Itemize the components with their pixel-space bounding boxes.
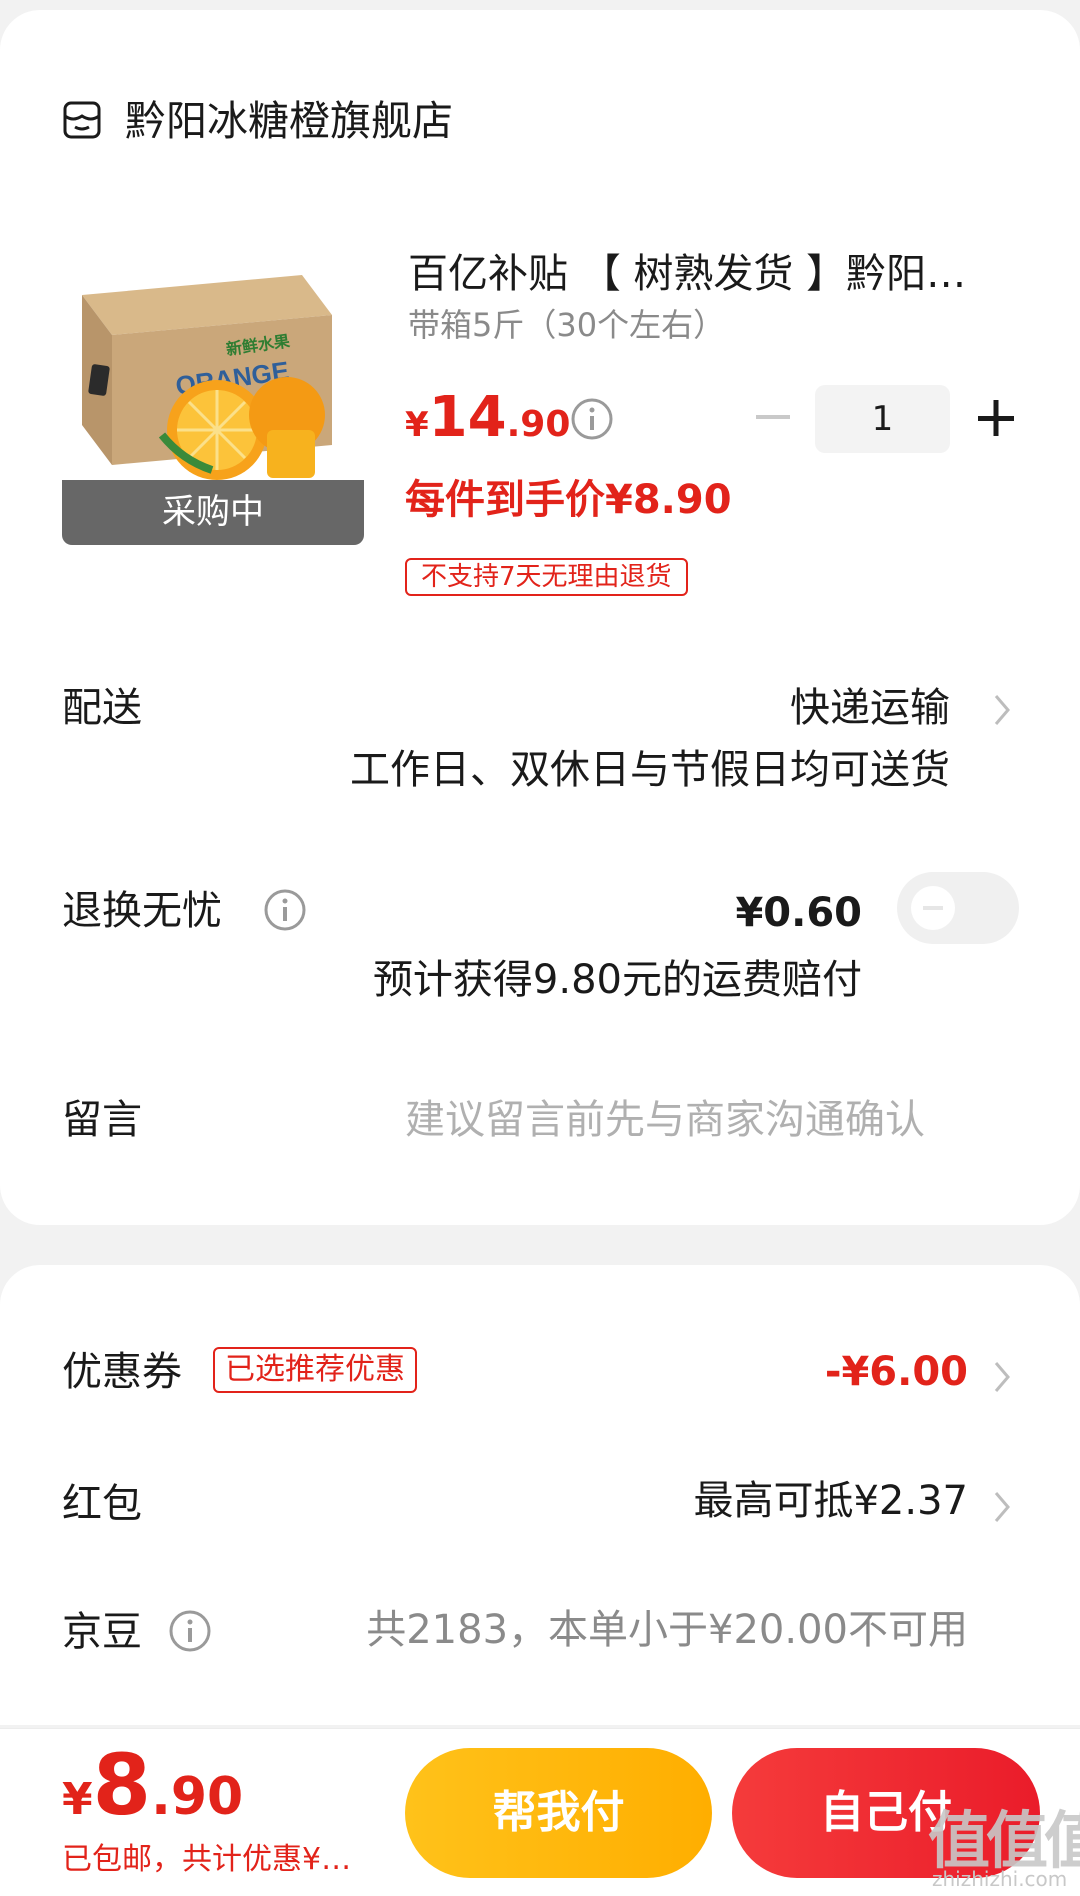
delivery-chevron-right-icon[interactable] [990,690,1016,730]
help-pay-button[interactable]: 帮我付 [405,1748,712,1878]
coupon-label: 优惠券 [62,1349,182,1395]
coupon-value[interactable]: -¥6.00 [825,1344,968,1400]
quantity-value[interactable]: 1 [815,385,950,453]
return-worry-info-icon[interactable] [263,888,307,932]
total-price: ¥8.90 [62,1740,243,1854]
price-currency: ¥ [405,405,429,445]
order-card [0,10,1080,1225]
delivery-note: 工作日、双休日与节假日均可送货 [350,747,950,793]
return-worry-price: ¥0.60 [735,890,862,936]
store-icon [63,101,101,139]
price-integer: 14 [428,385,507,450]
no-return-badge: 不支持7天无理由退货 [405,558,688,596]
total-discount-summary[interactable]: 已包邮，共计优惠¥… [62,1840,392,1880]
watermark-logo: 值值值 [928,1804,1080,1877]
total-integer: 8 [92,1736,152,1834]
jingdou-status: 共2183，本单小于¥20.00不可用 [366,1607,968,1653]
return-worry-toggle[interactable] [897,872,1019,944]
red-packet-value[interactable]: 最高可抵¥2.37 [693,1473,968,1529]
total-currency: ¥ [62,1774,93,1825]
jingdou-label: 京豆 [62,1609,142,1655]
quantity-decrease-button[interactable] [748,392,798,442]
return-worry-label: 退换无忧 [62,888,222,934]
coupon-recommended-badge: 已选推荐优惠 [213,1347,417,1393]
price-info-icon[interactable] [570,397,614,441]
red-packet-chevron-right-icon[interactable] [990,1487,1016,1527]
purchasing-badge: 采购中 [62,480,364,545]
jingdou-info-icon[interactable] [168,1609,212,1653]
total-decimal: .90 [151,1767,244,1827]
product-spec[interactable]: 带箱5斤（30个左右） [408,305,725,345]
message-input[interactable] [405,1092,980,1148]
coupon-chevron-right-icon[interactable] [990,1357,1016,1397]
quantity-increase-button[interactable] [972,394,1020,442]
message-label: 留言 [62,1097,142,1143]
product-title[interactable]: 百亿补贴 【 树熟发货 】黔阳… [408,248,998,300]
return-worry-note: 预计获得9.80元的运费赔付 [372,957,862,1003]
watermark-url: zhizhizhi.com [932,1867,1068,1891]
unit-final-price: 每件到手价¥8.90 [405,477,732,523]
delivery-method[interactable]: 快递运输 [790,680,950,736]
product-price: ¥14.90 [405,388,570,461]
store-name[interactable]: 黔阳冰糖橙旗舰店 [125,96,453,146]
product-image[interactable]: 新鲜水果 ORANGE 采购中 [62,255,364,545]
delivery-label: 配送 [62,685,142,731]
red-packet-label: 红包 [62,1481,142,1527]
price-decimal: .90 [506,404,571,445]
toggle-knob [911,886,955,930]
